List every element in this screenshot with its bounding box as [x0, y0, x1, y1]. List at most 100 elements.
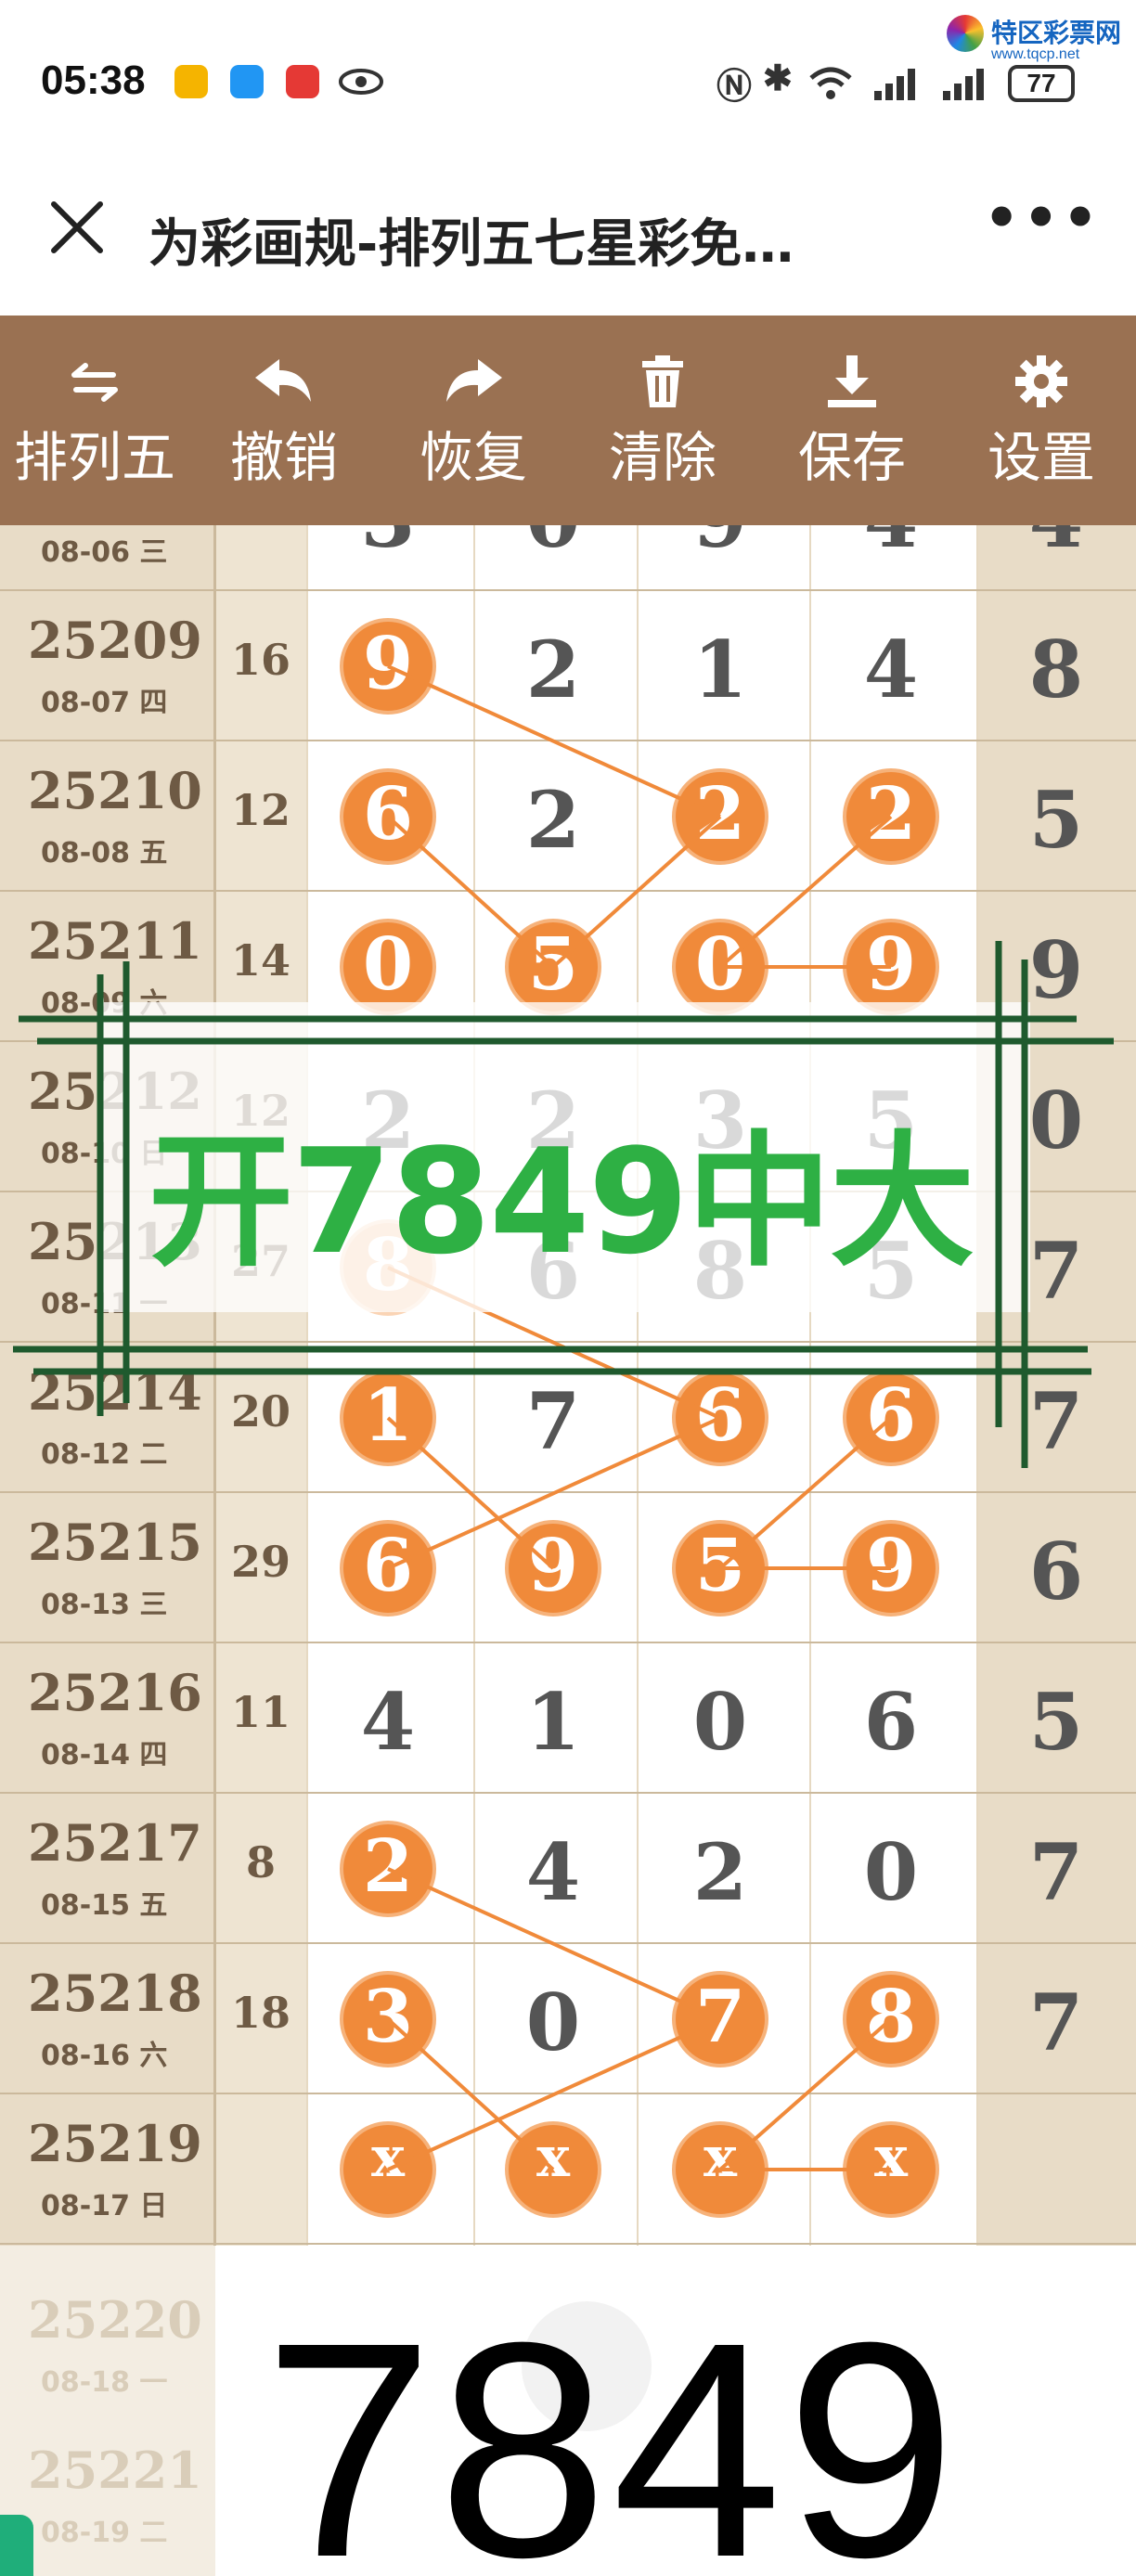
period-number: 25209: [28, 611, 202, 670]
highlighted-digit-ball[interactable]: 2: [340, 1821, 436, 1917]
digit-cell[interactable]: 3: [342, 525, 434, 565]
toolbar: 排列五 撤销 恢复 清除 保存 设置: [0, 316, 1136, 525]
digit-cell[interactable]: 1: [674, 624, 767, 715]
ghost-period: 25220: [28, 2290, 202, 2350]
period-number: 25214: [28, 1362, 202, 1422]
highlighted-digit-ball[interactable]: 6: [340, 1520, 436, 1616]
nfc-icon: Ⓝ: [716, 68, 753, 107]
highlighted-digit-ball[interactable]: x: [340, 2121, 436, 2218]
digit-sum: 29: [230, 1537, 290, 1587]
highlighted-digit-ball[interactable]: 2: [843, 768, 939, 865]
more-menu-button[interactable]: •••: [984, 186, 1102, 251]
weibo-icon: [174, 65, 208, 98]
highlighted-digit-ball[interactable]: x: [843, 2121, 939, 2218]
period-date: 08-07 四: [41, 687, 168, 719]
toolbar-settings[interactable]: 设置: [947, 316, 1136, 525]
highlighted-digit-ball[interactable]: 8: [843, 1971, 939, 2067]
row-divider: [0, 2243, 1136, 2245]
digit-cell[interactable]: 0: [845, 1826, 937, 1918]
highlighted-digit-ball[interactable]: 0: [340, 919, 436, 1015]
digit-cell[interactable]: 7: [507, 1375, 600, 1467]
period-number: 25218: [28, 1964, 202, 2023]
digit-sum: 11: [230, 1687, 290, 1737]
status-time: 05:38: [41, 58, 146, 103]
period-date: 08-15 五: [41, 1889, 168, 1922]
digit-cell[interactable]: 4: [845, 624, 937, 715]
table-row: 25216 08-14 四 11 4 1 0 6 5: [0, 1642, 1136, 1793]
toolbar-label-undo: 撤销: [229, 426, 338, 489]
period-number: 25217: [28, 1813, 202, 1873]
eye-icon: [338, 65, 384, 98]
redo-icon: [441, 349, 506, 414]
big-prediction-number: 7849: [264, 2278, 961, 2576]
highlighted-digit-ball[interactable]: 6: [340, 768, 436, 865]
digit-sum: 18: [230, 1988, 290, 2038]
digit-cell[interactable]: 2: [507, 774, 600, 866]
toolbar-label-lottery: 排列五: [13, 426, 175, 489]
highlighted-digit-ball[interactable]: 6: [672, 1370, 768, 1466]
toolbar-save[interactable]: 保存: [757, 316, 947, 525]
period-date: 08-06 三: [41, 536, 168, 569]
toolbar-clear[interactable]: 清除: [568, 316, 757, 525]
digit-cell[interactable]: 2: [674, 1826, 767, 1918]
period-number: 25215: [28, 1513, 202, 1572]
highlighted-digit-ball[interactable]: 7: [672, 1971, 768, 2067]
toolbar-undo[interactable]: 撤销: [189, 316, 379, 525]
highlighted-digit-ball[interactable]: 2: [672, 768, 768, 865]
highlighted-digit-ball[interactable]: 1: [340, 1370, 436, 1466]
fifth-digit: 7: [1028, 1375, 1084, 1467]
digit-cell[interactable]: 4: [342, 1676, 434, 1768]
digit-cell[interactable]: 0: [507, 1977, 600, 2068]
fifth-digit: 4: [976, 525, 1136, 565]
close-icon[interactable]: [45, 195, 110, 260]
highlighted-digit-ball[interactable]: 9: [843, 1520, 939, 1616]
digit-cell[interactable]: 6: [845, 1676, 937, 1768]
highlighted-digit-ball[interactable]: 5: [505, 919, 601, 1015]
period-date: 08-12 二: [41, 1438, 168, 1471]
digit-cell[interactable]: 0: [507, 525, 600, 565]
table-row: 25219 08-17 日xxxx: [0, 2093, 1136, 2244]
highlighted-digit-ball[interactable]: 5: [672, 1520, 768, 1616]
period-date: 08-17 日: [41, 2190, 168, 2222]
table-row: 25215 08-13 三 29 6 9 5 9 6: [0, 1492, 1136, 1642]
trash-icon: [637, 349, 689, 414]
battery-indicator: 77: [1008, 65, 1075, 102]
highlighted-digit-ball[interactable]: 9: [843, 919, 939, 1015]
highlighted-digit-ball[interactable]: x: [672, 2121, 768, 2218]
digit-sum: 20: [230, 1386, 290, 1436]
digit-cell[interactable]: 9: [674, 525, 767, 565]
digit-sum: 12: [230, 785, 290, 835]
fifth-digit: 7: [1028, 1826, 1084, 1918]
digit-cell[interactable]: 1: [507, 1676, 600, 1768]
ghost-date: 08-18 一: [41, 2366, 168, 2399]
watermark: 特区彩票网 www.tqcp.net: [947, 11, 1132, 67]
gear-icon: [1013, 349, 1069, 414]
table-row: 25218 08-16 六 18 3 0 7 8 7: [0, 1943, 1136, 2093]
watermark-url: www.tqcp.net: [991, 46, 1080, 62]
fifth-digit: 5: [1028, 774, 1084, 866]
ghost-date: 08-19 二: [41, 2517, 168, 2549]
toolbar-redo[interactable]: 恢复: [379, 316, 568, 525]
highlighted-digit-ball[interactable]: 9: [505, 1520, 601, 1616]
digit-sum: 16: [215, 525, 306, 535]
digit-cell[interactable]: 0: [674, 1676, 767, 1768]
bluetooth-icon: ✱: [763, 59, 793, 98]
toolbar-label-save: 保存: [797, 426, 906, 489]
digit-cell[interactable]: 4: [507, 1826, 600, 1918]
highlighted-digit-ball[interactable]: 3: [340, 1971, 436, 2067]
digit-cell[interactable]: 2: [507, 624, 600, 715]
highlighted-digit-ball[interactable]: 6: [843, 1370, 939, 1466]
message-icon: [230, 65, 264, 98]
toolbar-label-redo: 恢复: [419, 426, 527, 489]
table-row: 25210 08-08 五 12 6 2 2 2 5: [0, 741, 1136, 891]
trend-chart-grid[interactable]: 2520808-06 三16309442520908-07 四169214825…: [0, 525, 1136, 2246]
side-tab[interactable]: [0, 2515, 33, 2576]
highlighted-digit-ball[interactable]: x: [505, 2121, 601, 2218]
highlighted-digit-ball[interactable]: 0: [672, 919, 768, 1015]
highlighted-digit-ball[interactable]: 9: [340, 618, 436, 715]
fifth-digit: 7: [1028, 1977, 1084, 2068]
digit-cell[interactable]: 4: [845, 525, 937, 565]
period-date: 08-13 三: [41, 1589, 168, 1621]
toolbar-lottery-switch[interactable]: 排列五: [0, 316, 189, 525]
status-bar: 05:38 Ⓝ ✱ 77 特区彩票网 www.tqcp.net: [0, 0, 1136, 167]
